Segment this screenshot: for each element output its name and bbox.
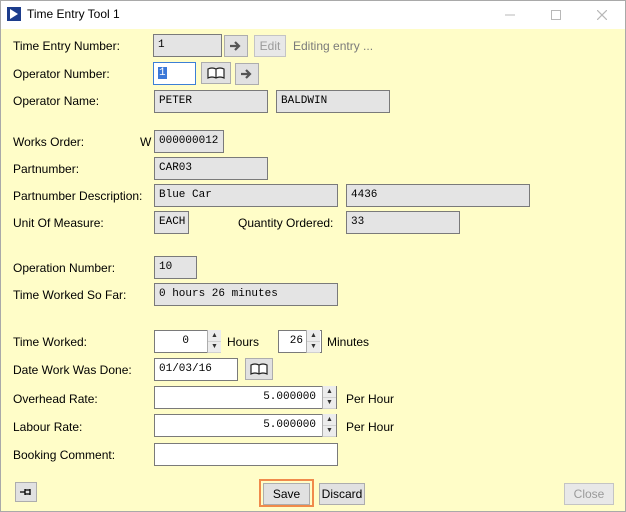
operator-number-label: Operator Number: xyxy=(13,67,110,81)
booking-comment-label: Booking Comment: xyxy=(13,448,116,462)
quantity-ordered-label: Quantity Ordered: xyxy=(238,216,334,230)
unit-of-measure-field: EACH xyxy=(154,211,189,234)
labour-rate-input[interactable]: 5.000000 xyxy=(154,414,337,437)
operator-name-label: Operator Name: xyxy=(13,94,100,108)
next-entry-button[interactable] xyxy=(224,35,248,57)
operator-next-button[interactable] xyxy=(235,63,259,85)
overhead-rate-spinner[interactable]: ▲ ▼ xyxy=(322,386,336,409)
spin-up-icon[interactable]: ▲ xyxy=(307,330,320,342)
overhead-rate-label: Overhead Rate: xyxy=(13,392,98,406)
spin-down-icon[interactable]: ▼ xyxy=(307,341,320,353)
app-icon xyxy=(7,7,21,21)
arrow-right-icon xyxy=(230,41,241,51)
time-worked-label: Time Worked: xyxy=(13,335,88,349)
partnumber-description-label: Partnumber Description: xyxy=(13,189,143,203)
discard-button[interactable]: Discard xyxy=(319,483,365,505)
close-window-button[interactable] xyxy=(579,1,625,29)
book-icon xyxy=(207,67,225,79)
spin-up-icon[interactable]: ▲ xyxy=(323,386,336,398)
operator-number-selected-text: 1 xyxy=(158,67,167,79)
time-entry-number-field[interactable]: 1 xyxy=(153,34,222,57)
hours-input[interactable]: 0 xyxy=(154,330,208,353)
time-worked-so-far-label: Time Worked So Far: xyxy=(13,288,127,302)
labour-rate-label: Labour Rate: xyxy=(13,420,83,434)
save-button[interactable]: Save xyxy=(263,483,310,505)
labour-rate-unit: Per Hour xyxy=(346,420,395,434)
minimize-icon xyxy=(505,14,515,16)
editing-status: Editing entry ... xyxy=(293,39,374,53)
time-entry-number-label: Time Entry Number: xyxy=(13,39,120,53)
pin-icon xyxy=(20,489,31,495)
minimize-button[interactable] xyxy=(487,1,533,29)
unit-of-measure-label: Unit Of Measure: xyxy=(13,216,104,230)
spin-up-icon[interactable]: ▲ xyxy=(323,414,336,426)
title-bar: Time Entry Tool 1 xyxy=(1,1,625,29)
maximize-button[interactable] xyxy=(533,1,579,29)
minutes-unit-label: Minutes xyxy=(327,335,370,349)
time-worked-so-far-field: 0 hours 26 minutes xyxy=(154,283,338,306)
operator-number-input[interactable]: 1 xyxy=(153,62,196,85)
close-button[interactable]: Close xyxy=(564,483,614,505)
pin-button[interactable] xyxy=(15,482,37,502)
works-order-label: Works Order: xyxy=(13,135,85,149)
operation-number-label: Operation Number: xyxy=(13,261,116,275)
works-order-field: 000000012 xyxy=(154,130,224,153)
partnumber-description-field: Blue Car xyxy=(154,184,338,207)
operator-last-name-field: BALDWIN xyxy=(276,90,390,113)
window-title: Time Entry Tool 1 xyxy=(27,7,120,21)
labour-rate-spinner[interactable]: ▲ ▼ xyxy=(322,414,336,437)
spin-up-icon[interactable]: ▲ xyxy=(208,330,221,342)
date-work-done-input[interactable]: 01/03/16 xyxy=(154,358,238,381)
partnumber-description-extra-field: 4436 xyxy=(346,184,530,207)
arrow-right-icon xyxy=(241,69,252,79)
operator-lookup-button[interactable] xyxy=(201,62,231,84)
book-icon xyxy=(250,363,268,375)
hours-unit-label: Hours xyxy=(227,335,260,349)
time-entry-window: Time Entry Tool 1 Time Entry Number: 1 E… xyxy=(0,0,626,512)
partnumber-field: CAR03 xyxy=(154,157,268,180)
maximize-icon xyxy=(551,10,561,20)
booking-comment-input[interactable] xyxy=(154,443,338,466)
hours-spinner[interactable]: ▲ ▼ xyxy=(207,330,221,353)
overhead-rate-input[interactable]: 5.000000 xyxy=(154,386,337,409)
date-work-done-label: Date Work Was Done: xyxy=(13,363,132,377)
partnumber-label: Partnumber: xyxy=(13,162,80,176)
date-picker-button[interactable] xyxy=(245,358,273,380)
edit-button[interactable]: Edit xyxy=(254,35,286,57)
minutes-spinner[interactable]: ▲ ▼ xyxy=(306,330,320,353)
overhead-rate-unit: Per Hour xyxy=(346,392,395,406)
works-order-prefix: W xyxy=(140,135,152,149)
close-icon xyxy=(597,10,607,20)
spin-down-icon[interactable]: ▼ xyxy=(323,397,336,409)
spin-down-icon[interactable]: ▼ xyxy=(208,341,221,353)
spin-down-icon[interactable]: ▼ xyxy=(323,425,336,437)
operator-first-name-field: PETER xyxy=(154,90,268,113)
quantity-ordered-field: 33 xyxy=(346,211,460,234)
operation-number-field: 10 xyxy=(154,256,197,279)
